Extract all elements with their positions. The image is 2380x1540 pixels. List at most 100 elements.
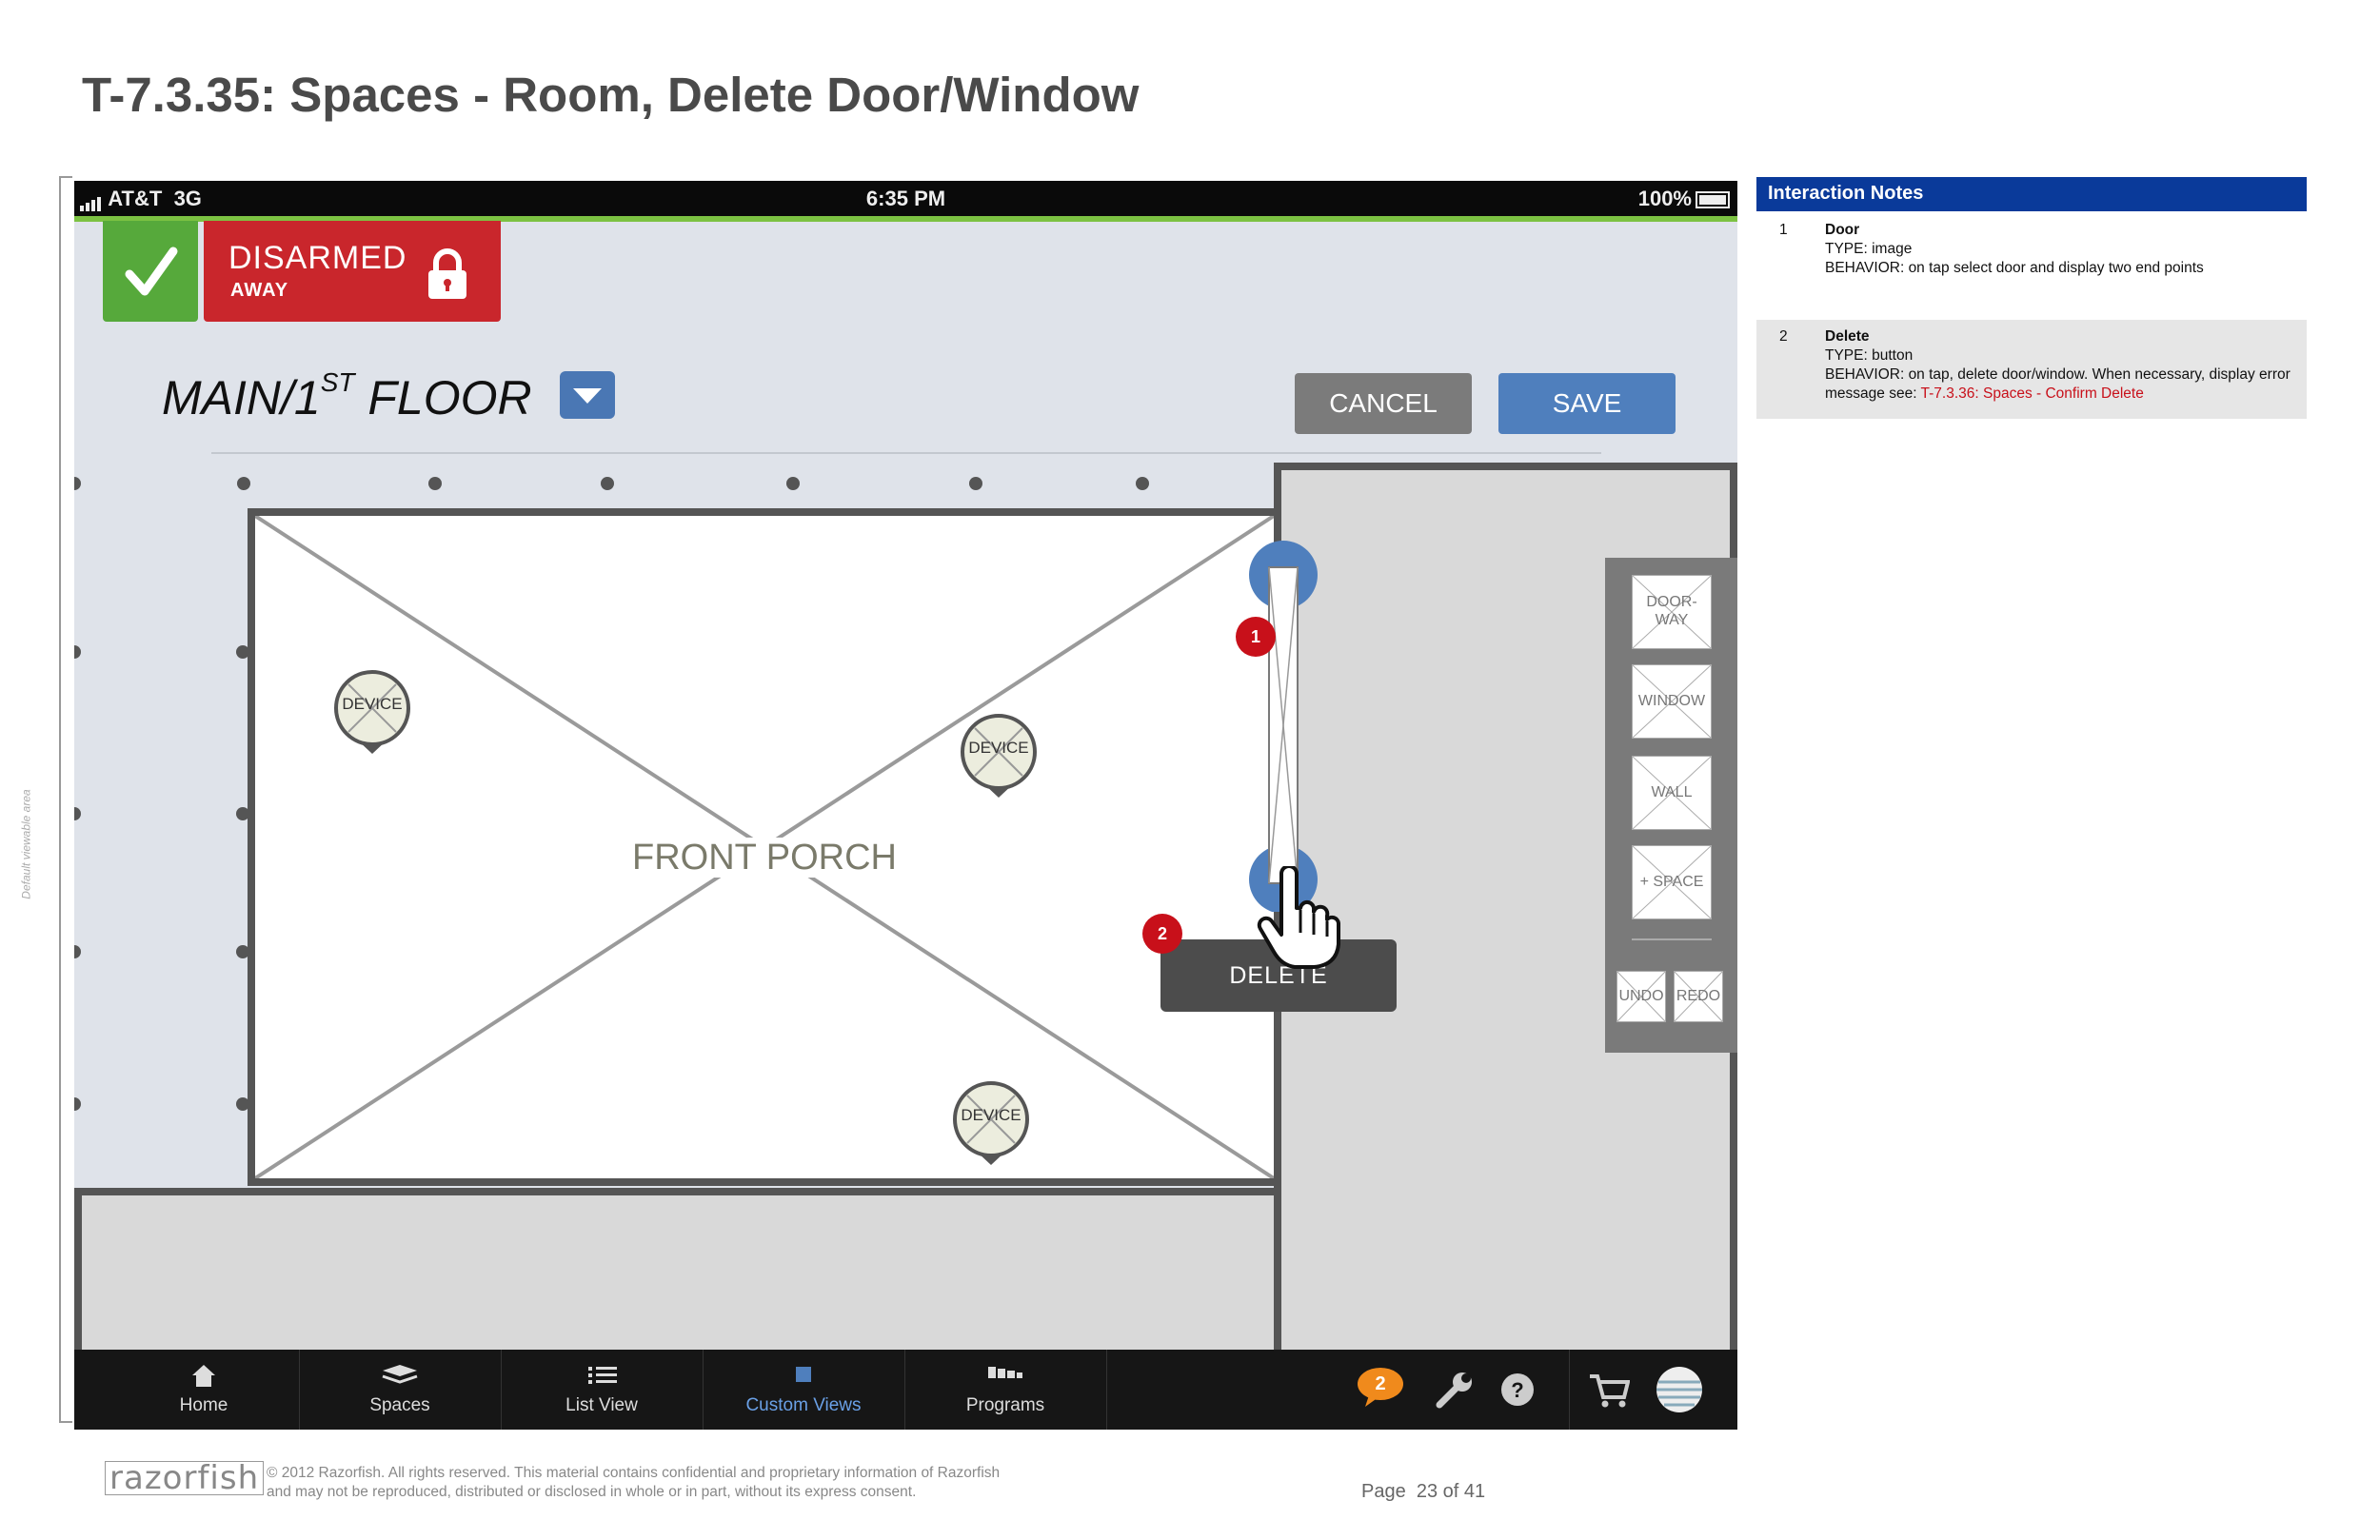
security-mode-text: AWAY — [230, 280, 289, 301]
status-bar: AT&T 3G 6:35 PM 100% — [74, 181, 1737, 216]
tool-divider — [1632, 938, 1712, 940]
grid-dot — [1136, 477, 1149, 490]
note-title: Door — [1825, 222, 1860, 238]
security-status-text: DISARMED — [228, 240, 407, 276]
grid-dot — [237, 477, 250, 490]
note-behavior: BEHAVIOR: on tap select door and display… — [1825, 260, 2204, 276]
doorway-tool[interactable]: DOOR- WAY — [1632, 575, 1712, 649]
list-icon — [588, 1367, 617, 1384]
wall-tool[interactable]: WALL — [1632, 756, 1712, 830]
hand-cursor-icon — [1257, 866, 1340, 969]
note-item: 1 Door TYPE: image BEHAVIOR: on tap sele… — [1756, 221, 2307, 297]
help-glyph: ? — [1511, 1378, 1524, 1402]
floor-suffix: FLOOR — [354, 371, 532, 424]
message-count: 2 — [1375, 1373, 1386, 1394]
lock-icon — [428, 248, 466, 299]
cart-icon[interactable] — [1588, 1372, 1630, 1409]
status-time: 6:35 PM — [865, 187, 946, 210]
room-front-porch[interactable]: FRONT PORCH — [248, 508, 1281, 1186]
grid-dot — [74, 645, 81, 659]
messages-button[interactable]: 2 — [1356, 1367, 1405, 1409]
save-button[interactable]: SAVE — [1498, 373, 1676, 434]
note-body: Door TYPE: image BEHAVIOR: on tap select… — [1825, 221, 2291, 278]
checkmark-icon — [125, 247, 178, 296]
tab-home-label: Home — [179, 1395, 228, 1415]
doorway-tool-label: DOOR- WAY — [1646, 594, 1697, 628]
device-marker[interactable]: DEVICE — [952, 1079, 1030, 1175]
interaction-notes-header: Interaction Notes — [1756, 177, 2307, 211]
note-number: 2 — [1779, 328, 1788, 345]
grid-dot — [428, 477, 442, 490]
battery-percent: 100% — [1637, 187, 1692, 210]
wrench-icon[interactable] — [1436, 1371, 1474, 1409]
security-status[interactable]: DISARMED AWAY — [204, 221, 501, 322]
floor-dropdown-button[interactable] — [560, 371, 615, 419]
note-type: TYPE: image — [1825, 241, 1913, 257]
door-image[interactable] — [1249, 541, 1318, 912]
tab-list-view-label: List View — [565, 1395, 638, 1415]
undo-button[interactable]: UNDO — [1616, 971, 1666, 1022]
grid-dot — [74, 1097, 81, 1111]
window-tool-label: WINDOW — [1637, 693, 1706, 709]
battery: 100% — [1638, 187, 1730, 211]
tab-bar-divider — [1569, 1350, 1570, 1430]
device-icon — [961, 714, 1037, 798]
callout-1: 1 — [1236, 617, 1276, 657]
tab-list-view[interactable]: List View — [501, 1350, 704, 1430]
floor-ordinal: ST — [320, 367, 355, 397]
tab-home[interactable]: Home — [109, 1350, 300, 1430]
tab-spaces-label: Spaces — [369, 1395, 430, 1415]
undo-label: UNDO — [1618, 988, 1664, 1004]
grid-dot — [74, 945, 81, 958]
grid-dot — [969, 477, 982, 490]
note-title: Delete — [1825, 328, 1870, 345]
device-marker[interactable]: DEVICE — [333, 668, 411, 763]
ipad-screen: AT&T 3G 6:35 PM 100% DISARMED AWAY MAIN/… — [74, 181, 1737, 1430]
floor-name: MAIN/1 — [162, 371, 321, 424]
tool-panel: DOOR- WAY WINDOW WALL + SPACE UNDO REDO — [1605, 558, 1737, 1053]
floor-title: MAIN/1ST FLOOR — [162, 367, 532, 425]
page-number: Page 23 of 41 — [1361, 1481, 1486, 1502]
window-tool[interactable]: WINDOW — [1632, 664, 1712, 739]
chevron-down-icon — [573, 388, 602, 404]
att-globe-icon[interactable] — [1655, 1365, 1704, 1414]
battery-icon — [1696, 191, 1730, 209]
device-icon — [953, 1081, 1029, 1165]
grid-dot — [601, 477, 614, 490]
header-divider — [211, 452, 1601, 454]
help-button[interactable]: ? — [1500, 1372, 1535, 1407]
grid-dot — [74, 477, 81, 490]
razorfish-logo: razorfish — [105, 1461, 265, 1495]
device-label: DEVICE — [342, 695, 403, 713]
tab-custom-views[interactable]: Custom Views — [703, 1350, 905, 1430]
copyright-notice: © 2012 Razorfish. All rights reserved. T… — [267, 1465, 1001, 1500]
wall-tool-label: WALL — [1651, 784, 1693, 800]
viewable-area-bracket — [59, 176, 72, 1423]
tab-spaces[interactable]: Spaces — [299, 1350, 502, 1430]
note-item: 2 Delete TYPE: button BEHAVIOR: on tap, … — [1756, 320, 2307, 419]
device-marker[interactable]: DEVICE — [960, 712, 1038, 807]
redo-label: REDO — [1676, 988, 1721, 1004]
custom-views-icon — [796, 1367, 811, 1382]
room-label: FRONT PORCH — [255, 838, 1274, 879]
arm-toggle[interactable] — [103, 221, 198, 322]
cancel-button[interactable]: CANCEL — [1295, 373, 1472, 434]
home-icon — [192, 1365, 215, 1387]
viewable-area-label: Default viewable area — [19, 789, 33, 899]
programs-icon — [988, 1367, 1022, 1378]
device-label: DEVICE — [968, 739, 1029, 757]
grid-dot — [74, 807, 81, 820]
tab-bar: Home Spaces List View Custom Views Progr… — [74, 1350, 1737, 1430]
note-behavior: BEHAVIOR: on tap, delete door/window. Wh… — [1825, 366, 2291, 402]
note-body: Delete TYPE: button BEHAVIOR: on tap, de… — [1825, 327, 2291, 404]
tab-programs[interactable]: Programs — [904, 1350, 1107, 1430]
note-number: 1 — [1779, 222, 1788, 238]
page-title: T-7.3.35: Spaces - Room, Delete Door/Win… — [82, 68, 1140, 122]
confirm-delete-link[interactable]: T-7.3.36: Spaces - Confirm Delete — [1921, 385, 2144, 402]
grid-dot — [786, 477, 800, 490]
redo-button[interactable]: REDO — [1674, 971, 1723, 1022]
add-space-tool-label: + SPACE — [1639, 874, 1704, 890]
layers-icon — [382, 1365, 418, 1384]
callout-2: 2 — [1142, 914, 1182, 954]
add-space-tool[interactable]: + SPACE — [1632, 845, 1712, 919]
